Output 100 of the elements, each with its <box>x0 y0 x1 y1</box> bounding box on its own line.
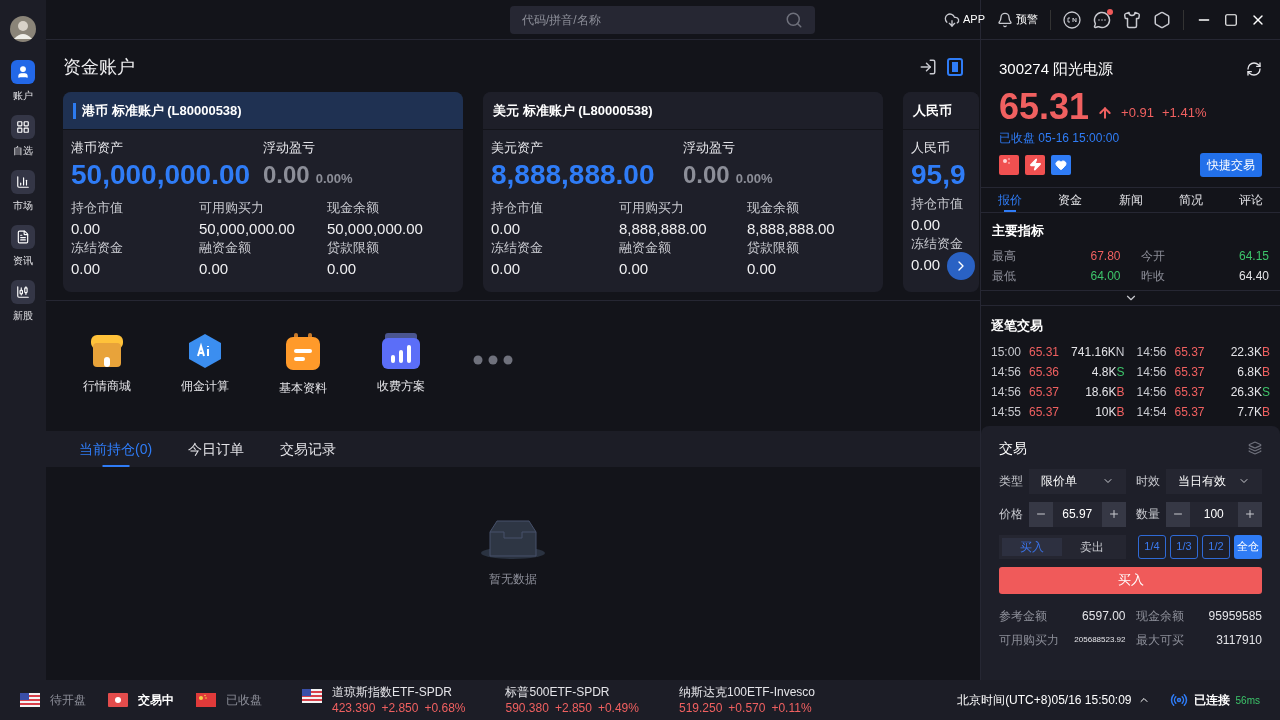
account-card[interactable]: 美元 标准账户 (L80000538) 美元资产 8,888,888.00 浮动盈亏 0.00 0.00% 持仓市值 0.00 可用购买力 8,888,888.00 现金余额 8,888,888.00 冻结资金 0.00 融资金额 0.00 贷款限额 0.00 <box>483 92 883 292</box>
number-input[interactable]: 100 <box>1189 505 1238 523</box>
export-icon[interactable] <box>919 58 937 76</box>
more-icon[interactable] <box>473 355 513 365</box>
ticker-price: 423.390 <box>332 700 376 716</box>
shortcut-item[interactable]: 收费方案 <box>375 333 427 395</box>
nav-icon[interactable] <box>11 280 35 304</box>
ticker-percent: +0.49% <box>597 700 639 716</box>
message-icon[interactable] <box>1093 10 1111 29</box>
fraction-button[interactable]: 全仓 <box>1234 534 1262 559</box>
side-toggle[interactable]: 卖出 <box>1062 537 1123 556</box>
favorite-icon[interactable] <box>1051 154 1071 175</box>
asset-label: 人民币 <box>911 139 951 156</box>
field-value: 0.00 <box>199 258 229 279</box>
field-value: 8,888,888.00 <box>619 218 707 239</box>
nav-label[interactable]: 账户 <box>13 88 33 103</box>
maximize-icon[interactable] <box>1224 12 1238 27</box>
shortcut-item[interactable]: 基本资料 <box>277 333 329 397</box>
document-icon <box>285 333 321 371</box>
field-label: 价格 <box>999 506 1023 523</box>
nav-label[interactable]: 市场 <box>13 198 33 213</box>
search-field[interactable]: 代码/拼音/名称 <box>510 6 815 34</box>
shortcut-item[interactable]: 佣金计算 <box>179 333 231 395</box>
app-download-button[interactable]: APP <box>944 11 985 28</box>
language-icon[interactable] <box>1063 10 1081 29</box>
ticker-change: +2.850 <box>554 700 592 716</box>
market-status: 已收盘 05-16 15:00:00 <box>999 129 1121 147</box>
shortcut-item[interactable]: 行情商城 <box>81 333 133 395</box>
nav-label[interactable]: 新股 <box>13 308 33 323</box>
validity-select[interactable]: 当日有效 <box>1165 468 1262 494</box>
nav-label[interactable]: 资讯 <box>13 253 33 268</box>
tick-price: 65.37 <box>1174 383 1206 401</box>
field-value: 0.00 <box>911 254 941 275</box>
alert-button[interactable]: 预警 <box>997 11 1038 28</box>
increase-button[interactable] <box>1101 501 1126 527</box>
signal-icon <box>1169 691 1188 709</box>
quote-tab[interactable]: 评论 <box>1239 187 1263 212</box>
fraction-button[interactable]: 1/2 <box>1202 534 1230 559</box>
summary-label: 参考金额 <box>999 607 1047 625</box>
indicator-value: 64.00 <box>1090 268 1121 285</box>
number-input[interactable]: 65.97 <box>1053 505 1102 523</box>
tick-volume: 18.6K <box>1085 383 1117 401</box>
quote-tab[interactable]: 新闻 <box>1118 187 1143 212</box>
field-label: 冻结资金 <box>71 239 123 257</box>
quote-tab[interactable]: 简况 <box>1178 187 1203 212</box>
tick-price: 65.37 <box>1174 363 1206 381</box>
ticker-name[interactable]: 标普500ETF-SPDR <box>505 684 639 700</box>
account-card[interactable]: 港币 标准账户 (L80000538) 港币资产 50,000,000.00 浮动盈亏 0.00 0.00% 持仓市值 0.00 可用购买力 50,000,000.00 现金余额 50,000,000.00 冻结资金 0.00 融资金额 0.00 贷款限额 0.00 <box>63 92 463 292</box>
quote-tab[interactable]: 报价 <box>998 187 1022 212</box>
pnl-value: 0.00 <box>683 160 730 190</box>
price-stepper[interactable]: 65.97 <box>1029 501 1126 527</box>
plus-icon <box>1244 508 1256 520</box>
nav-icon[interactable] <box>11 60 35 84</box>
cloud-download-icon <box>944 11 960 28</box>
holdings-tab[interactable]: 今日订单 <box>188 431 245 467</box>
fraction-button[interactable]: 1/4 <box>1138 534 1166 559</box>
layout-toggle[interactable] <box>947 58 963 76</box>
tick-price: 65.37 <box>1174 403 1206 421</box>
increase-button[interactable] <box>1238 501 1262 527</box>
shop-icon <box>89 333 125 369</box>
nav-icon[interactable] <box>11 170 35 194</box>
quote-tab[interactable]: 资金 <box>1058 187 1083 212</box>
ticker-name[interactable]: 道琼斯指数ETF-SPDR <box>332 684 466 700</box>
field-value: 8,888,888.00 <box>747 218 835 239</box>
nav-icon[interactable] <box>11 225 35 249</box>
field-label: 融资金额 <box>619 239 671 257</box>
latency: 56ms <box>1235 693 1260 708</box>
search-input[interactable]: 代码/拼音/名称 <box>522 11 762 29</box>
tick-time: 14:56 <box>991 363 1023 381</box>
decrease-button[interactable] <box>1165 501 1190 527</box>
decrease-button[interactable] <box>1029 501 1053 527</box>
account-card[interactable]: 人民币 人民币 95,9 持仓市值 0.00 冻结资金 0.00 <box>903 92 979 292</box>
quantity-stepper[interactable]: 100 <box>1165 501 1262 527</box>
quick-trade-button[interactable]: 快捷交易 <box>1200 152 1262 177</box>
field-value: 50,000,000.00 <box>327 218 423 239</box>
holdings-tab[interactable]: 交易记录 <box>280 431 337 467</box>
tick-side: B <box>1262 363 1270 381</box>
asset-value: 50,000,000.00 <box>71 158 252 192</box>
avatar[interactable] <box>10 16 36 42</box>
indicator-value: 64.15 <box>1238 248 1269 265</box>
flash-icon[interactable] <box>1025 154 1045 175</box>
field-label: 时效 <box>1135 473 1160 490</box>
tick-volume: 7.7K <box>1237 403 1262 421</box>
collapse-icon[interactable] <box>1248 441 1262 455</box>
refresh-icon[interactable] <box>1246 61 1262 78</box>
clock: 北京时间(UTC+8)05/16 15:50:09 <box>957 692 1132 709</box>
theme-icon[interactable] <box>1123 10 1141 29</box>
ticker-name[interactable]: 纳斯达克100ETF-Invesco <box>678 684 815 700</box>
holdings-tab[interactable]: 当前持仓(0) <box>79 431 153 467</box>
pnl-percent: 0.00% <box>315 170 353 188</box>
tick-price: 65.37 <box>1029 403 1061 421</box>
section-title: 主要指标 <box>992 221 1045 240</box>
nav-icon[interactable] <box>11 115 35 139</box>
order-type-select[interactable]: 限价单 <box>1029 468 1126 494</box>
fraction-button[interactable]: 1/3 <box>1170 534 1198 559</box>
stock-title: 300274 阳光电源 <box>999 59 1114 79</box>
nav-label[interactable]: 自选 <box>13 143 33 158</box>
settings-icon[interactable] <box>1153 10 1171 29</box>
field-value: 0.00 <box>491 258 521 279</box>
field-label: 融资金额 <box>199 239 251 257</box>
